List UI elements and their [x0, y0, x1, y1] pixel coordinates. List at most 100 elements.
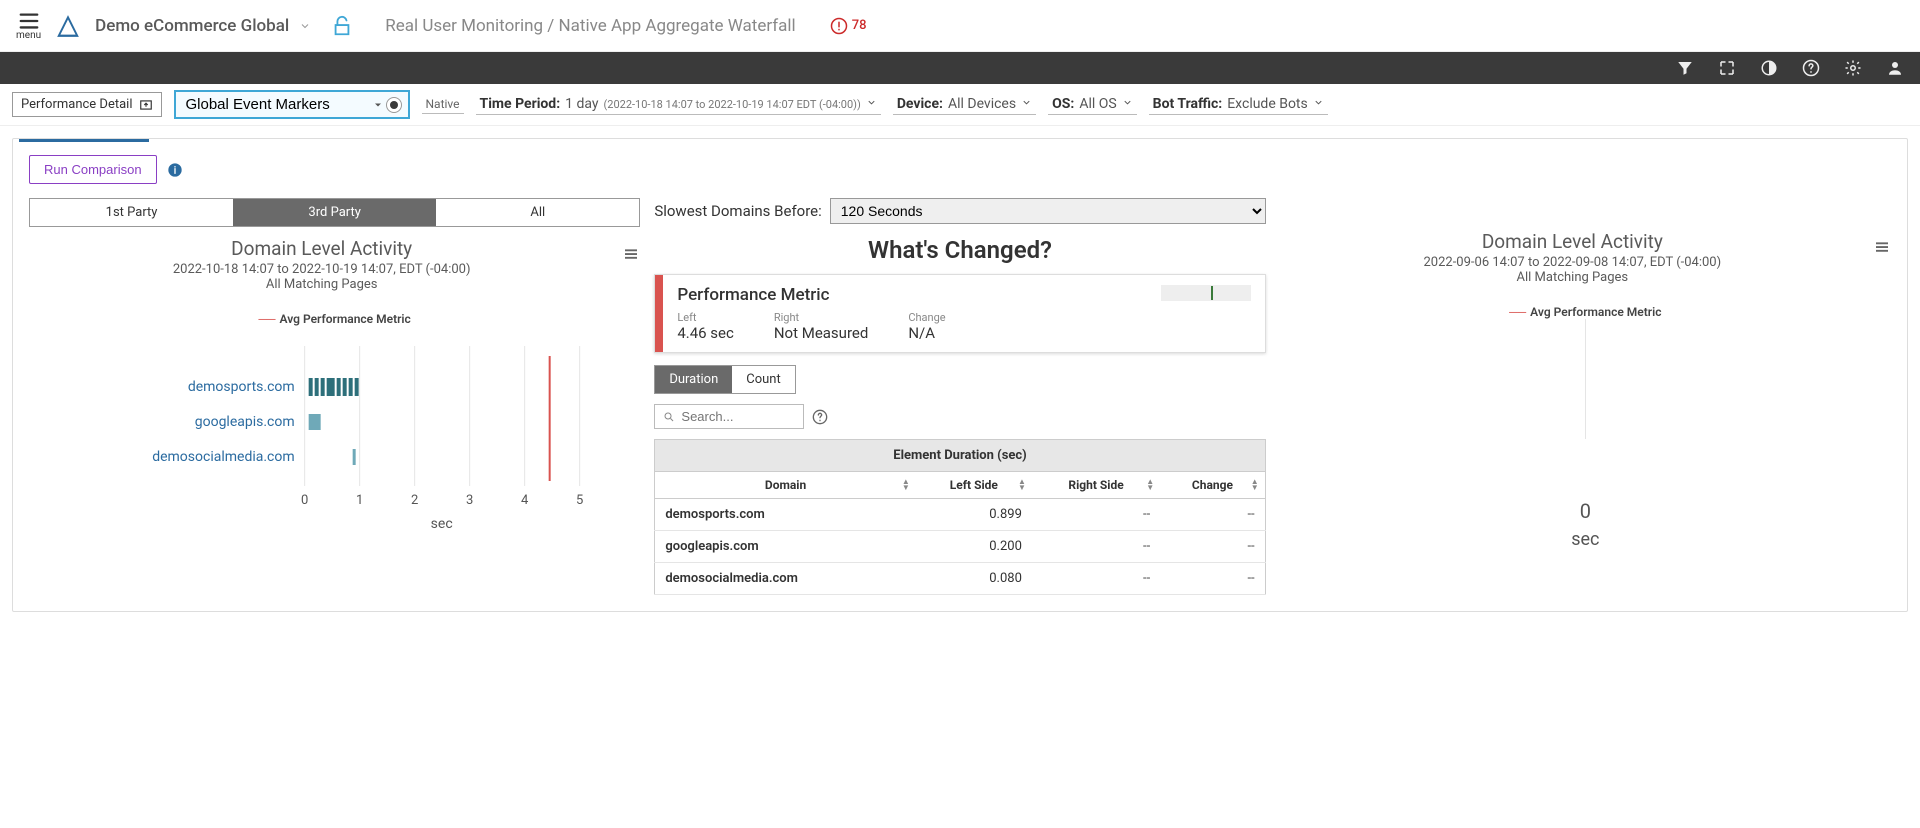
- table-header-title: Element Duration (sec): [655, 440, 1265, 472]
- slowest-domains-label: Slowest Domains Before:: [654, 202, 821, 220]
- left-chart: demosports.com googleapis.com demosocial…: [29, 336, 640, 536]
- search-box[interactable]: [654, 404, 804, 429]
- right-legend-label: Avg Performance Metric: [1530, 305, 1661, 319]
- help-icon[interactable]: [1802, 59, 1820, 77]
- metric-sparkline: [1161, 285, 1251, 301]
- alert-count-value: 78: [852, 18, 867, 33]
- table-row: demosocialmedia.com 0.080 -- --: [655, 563, 1265, 595]
- metric-left-label: Left: [677, 311, 734, 324]
- performance-metric-card: Performance Metric Left 4.46 sec Right N…: [654, 274, 1265, 353]
- bot-label: Bot Traffic:: [1153, 96, 1223, 112]
- logo-icon: [55, 13, 81, 39]
- device-label: Device:: [897, 96, 943, 112]
- performance-detail-button[interactable]: Performance Detail: [12, 92, 162, 117]
- metric-change-label: Change: [908, 311, 945, 324]
- right-chart: [1280, 319, 1891, 439]
- table-row: demosports.com 0.899 -- --: [655, 499, 1265, 531]
- svg-text:2: 2: [411, 493, 418, 508]
- global-event-markers-select[interactable]: Global Event Markers: [174, 90, 410, 119]
- tab-3rd-party[interactable]: 3rd Party: [233, 199, 436, 226]
- right-legend: ──Avg Performance Metric: [1280, 305, 1891, 319]
- time-period-label: Time Period:: [480, 96, 561, 112]
- svg-text:3: 3: [466, 493, 473, 508]
- filter-os[interactable]: OS: All OS: [1048, 94, 1137, 115]
- bot-value: Exclude Bots: [1227, 96, 1308, 112]
- filters-bar: Performance Detail Global Event Markers …: [0, 84, 1920, 126]
- left-panel-range: 2022-10-18 14:07 to 2022-10-19 14:07, ED…: [29, 262, 614, 277]
- workspace-name[interactable]: Demo eCommerce Global: [95, 16, 289, 36]
- chart-domain-2: demosocialmedia.com: [152, 449, 294, 465]
- element-duration-table: Element Duration (sec) Domain▲▼ Left Sid…: [654, 439, 1265, 595]
- left-panel: 1st Party 3rd Party All Domain Level Act…: [29, 198, 640, 536]
- gem-marker-dot[interactable]: [386, 97, 402, 113]
- metric-change-value: N/A: [908, 324, 945, 342]
- svg-text:1: 1: [356, 493, 363, 508]
- right-panel-title: Domain Level Activity: [1280, 230, 1865, 253]
- svg-text:4: 4: [521, 493, 529, 508]
- svg-text:0: 0: [301, 493, 308, 508]
- gem-dropdown[interactable]: Global Event Markers: [176, 92, 366, 117]
- slowest-domains-select[interactable]: 120 Seconds: [830, 198, 1266, 224]
- col-change[interactable]: Change▲▼: [1160, 472, 1265, 499]
- alert-count[interactable]: 78: [830, 17, 867, 35]
- tab-1st-party[interactable]: 1st Party: [30, 199, 233, 226]
- col-right[interactable]: Right Side▲▼: [1032, 472, 1160, 499]
- help-icon[interactable]: [812, 409, 828, 425]
- performance-detail-label: Performance Detail: [21, 97, 133, 112]
- menu-label: menu: [16, 30, 41, 41]
- filter-time-period[interactable]: Time Period: 1 day (2022-10-18 14:07 to …: [476, 94, 881, 115]
- contrast-icon[interactable]: [1760, 59, 1778, 77]
- party-toggle: 1st Party 3rd Party All: [29, 198, 640, 227]
- chevron-down-icon[interactable]: [372, 99, 384, 111]
- svg-text:5: 5: [576, 493, 583, 508]
- run-comparison-button[interactable]: Run Comparison: [29, 155, 157, 184]
- chevron-down-icon[interactable]: [299, 20, 311, 32]
- filter-icon[interactable]: [1676, 59, 1694, 77]
- search-input[interactable]: [681, 409, 795, 424]
- metric-stripe: [655, 275, 663, 352]
- left-panel-subtitle: All Matching Pages: [29, 277, 614, 292]
- left-panel-title: Domain Level Activity: [29, 237, 614, 260]
- chart-menu-icon[interactable]: [1873, 238, 1891, 256]
- right-axis-unit: sec: [1280, 529, 1891, 550]
- user-icon[interactable]: [1886, 59, 1904, 77]
- fullscreen-icon[interactable]: [1718, 59, 1736, 77]
- toggle-count[interactable]: Count: [732, 366, 794, 393]
- gear-icon[interactable]: [1844, 59, 1862, 77]
- svg-text:sec: sec: [431, 516, 453, 532]
- metric-left-value: 4.46 sec: [677, 324, 734, 342]
- unlock-icon[interactable]: [331, 13, 353, 39]
- active-tab-indicator: [19, 139, 149, 142]
- chart-menu-icon[interactable]: [622, 245, 640, 263]
- os-value: All OS: [1079, 96, 1116, 112]
- toggle-duration[interactable]: Duration: [655, 366, 732, 393]
- col-left[interactable]: Left Side▲▼: [916, 472, 1032, 499]
- filter-native[interactable]: Native: [422, 95, 464, 114]
- center-panel: Slowest Domains Before: 120 Seconds What…: [654, 198, 1265, 595]
- filter-native-label: Native: [426, 97, 460, 111]
- right-panel: Domain Level Activity 2022-09-06 14:07 t…: [1280, 198, 1891, 550]
- filter-bot-traffic[interactable]: Bot Traffic: Exclude Bots: [1149, 94, 1328, 115]
- filter-device[interactable]: Device: All Devices: [893, 94, 1036, 115]
- info-icon[interactable]: [167, 162, 183, 178]
- tab-all[interactable]: All: [436, 199, 639, 226]
- device-value: All Devices: [948, 96, 1016, 112]
- menu-button[interactable]: menu: [16, 10, 41, 41]
- whats-changed-title: What's Changed?: [654, 236, 1265, 264]
- left-legend-label: Avg Performance Metric: [280, 312, 411, 326]
- table-row: googleapis.com 0.200 -- --: [655, 531, 1265, 563]
- right-panel-range: 2022-09-06 14:07 to 2022-09-08 14:07, ED…: [1280, 255, 1865, 270]
- time-period-value: 1 day: [565, 96, 598, 112]
- metric-right-label: Right: [774, 311, 868, 324]
- right-axis-zero: 0: [1280, 499, 1891, 523]
- left-legend: ──Avg Performance Metric: [29, 312, 640, 326]
- export-icon: [139, 98, 153, 112]
- menu-icon: [18, 10, 40, 32]
- main-card: Run Comparison 1st Party 3rd Party All D…: [12, 138, 1908, 612]
- chevron-down-icon: [1122, 97, 1133, 108]
- search-icon: [663, 410, 675, 424]
- right-panel-subtitle: All Matching Pages: [1280, 270, 1865, 285]
- chevron-down-icon: [866, 97, 877, 108]
- col-domain[interactable]: Domain▲▼: [655, 472, 916, 499]
- chart-domain-0: demosports.com: [188, 379, 295, 395]
